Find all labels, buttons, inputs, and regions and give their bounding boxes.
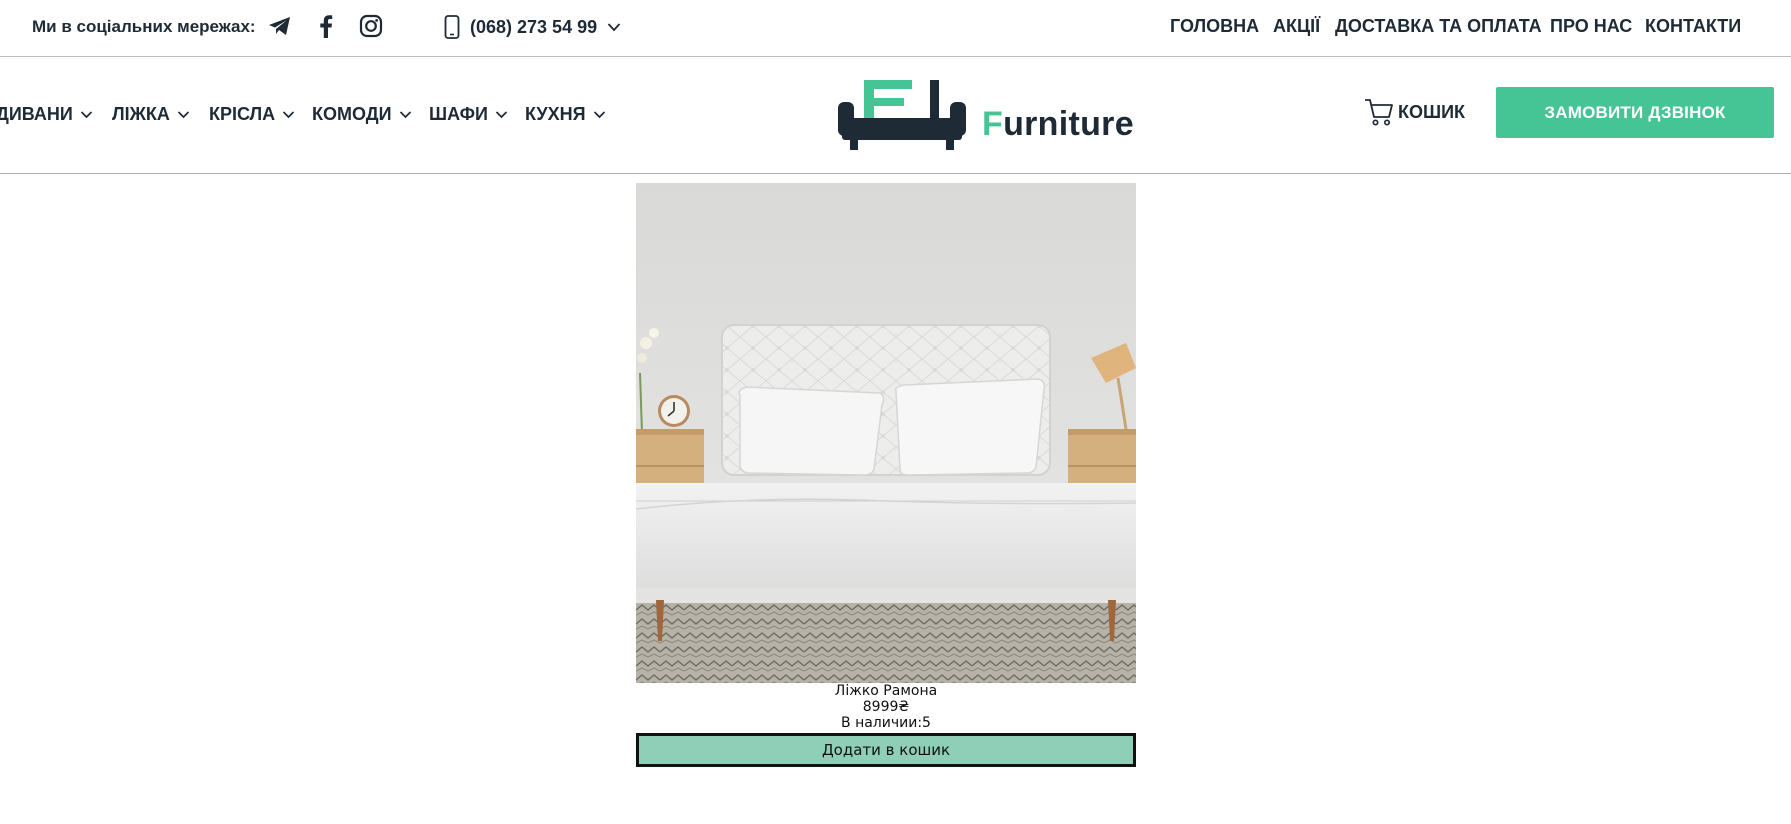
chevron-down-icon <box>399 110 411 118</box>
category-beds[interactable]: ЛІЖКА <box>112 102 190 126</box>
telegram-icon[interactable] <box>267 13 293 39</box>
category-dressers[interactable]: КОМОДИ <box>312 102 412 126</box>
order-call-button[interactable]: ЗАМОВИТИ ДЗВІНОК <box>1496 87 1774 138</box>
category-wardrobes[interactable]: ШАФИ <box>429 102 508 126</box>
instagram-icon[interactable] <box>358 13 384 39</box>
phone-number: (068) 273 54 99 <box>470 16 598 37</box>
product-stock: В наличии: 5 <box>636 715 1136 731</box>
site-logo[interactable]: Furniture <box>838 72 1138 158</box>
nav-home[interactable]: ГОЛОВНА <box>1170 16 1259 37</box>
category-sofas[interactable]: ДИВАНИ <box>0 102 93 126</box>
product-image[interactable] <box>636 183 1136 683</box>
logo-text: Furniture <box>982 105 1134 143</box>
product-price: 8999₴ <box>862 699 910 715</box>
category-label: ШАФИ <box>429 103 488 124</box>
chevron-down-icon <box>177 110 189 118</box>
chevron-down-icon <box>495 110 508 118</box>
category-label: КУХНЯ <box>525 103 586 124</box>
product-card: Ліжко Рамона 8999₴ В наличии: 5 Додати в … <box>636 183 1136 767</box>
product-name: Ліжко Рамона <box>834 683 938 699</box>
category-kitchen[interactable]: КУХНЯ <box>525 102 606 126</box>
category-label: ДИВАНИ <box>0 103 73 124</box>
sofa-logo-icon <box>838 80 966 150</box>
social-label: Ми в соціальних мережах: <box>32 17 256 36</box>
add-to-cart-button[interactable]: Додати в кошик <box>636 733 1136 767</box>
cart-link[interactable]: КОШИК <box>1364 94 1465 130</box>
chevron-down-icon <box>283 110 295 118</box>
phone-icon <box>444 15 460 39</box>
cart-label: КОШИК <box>1398 101 1465 122</box>
nav-about[interactable]: ПРО НАС <box>1550 16 1632 37</box>
category-label: ЛІЖКА <box>112 103 170 124</box>
category-armchairs[interactable]: КРІСЛА <box>209 102 295 126</box>
top-bar: Ми в соціальних мережах: (068) 273 54 99… <box>0 0 1791 57</box>
main-header: ДИВАНИ ЛІЖКА КРІСЛА КОМОДИ ШАФИ КУХНЯ Fu… <box>0 58 1791 174</box>
nav-delivery-payment[interactable]: ДОСТАВКА ТА ОПЛАТА <box>1335 16 1542 37</box>
chevron-down-icon <box>593 110 605 118</box>
nav-contacts[interactable]: КОНТАКТИ <box>1645 16 1741 37</box>
facebook-icon[interactable] <box>313 13 339 39</box>
phone-dropdown[interactable]: (068) 273 54 99 <box>444 13 621 41</box>
nav-promotions[interactable]: АКЦІЇ <box>1273 16 1320 37</box>
stock-label: В наличии: <box>841 715 923 731</box>
stock-value: 5 <box>922 715 931 731</box>
chevron-down-icon <box>80 110 92 118</box>
category-label: КРІСЛА <box>209 103 276 124</box>
chevron-down-icon <box>607 23 621 32</box>
cart-icon <box>1365 99 1393 126</box>
category-label: КОМОДИ <box>312 103 392 124</box>
